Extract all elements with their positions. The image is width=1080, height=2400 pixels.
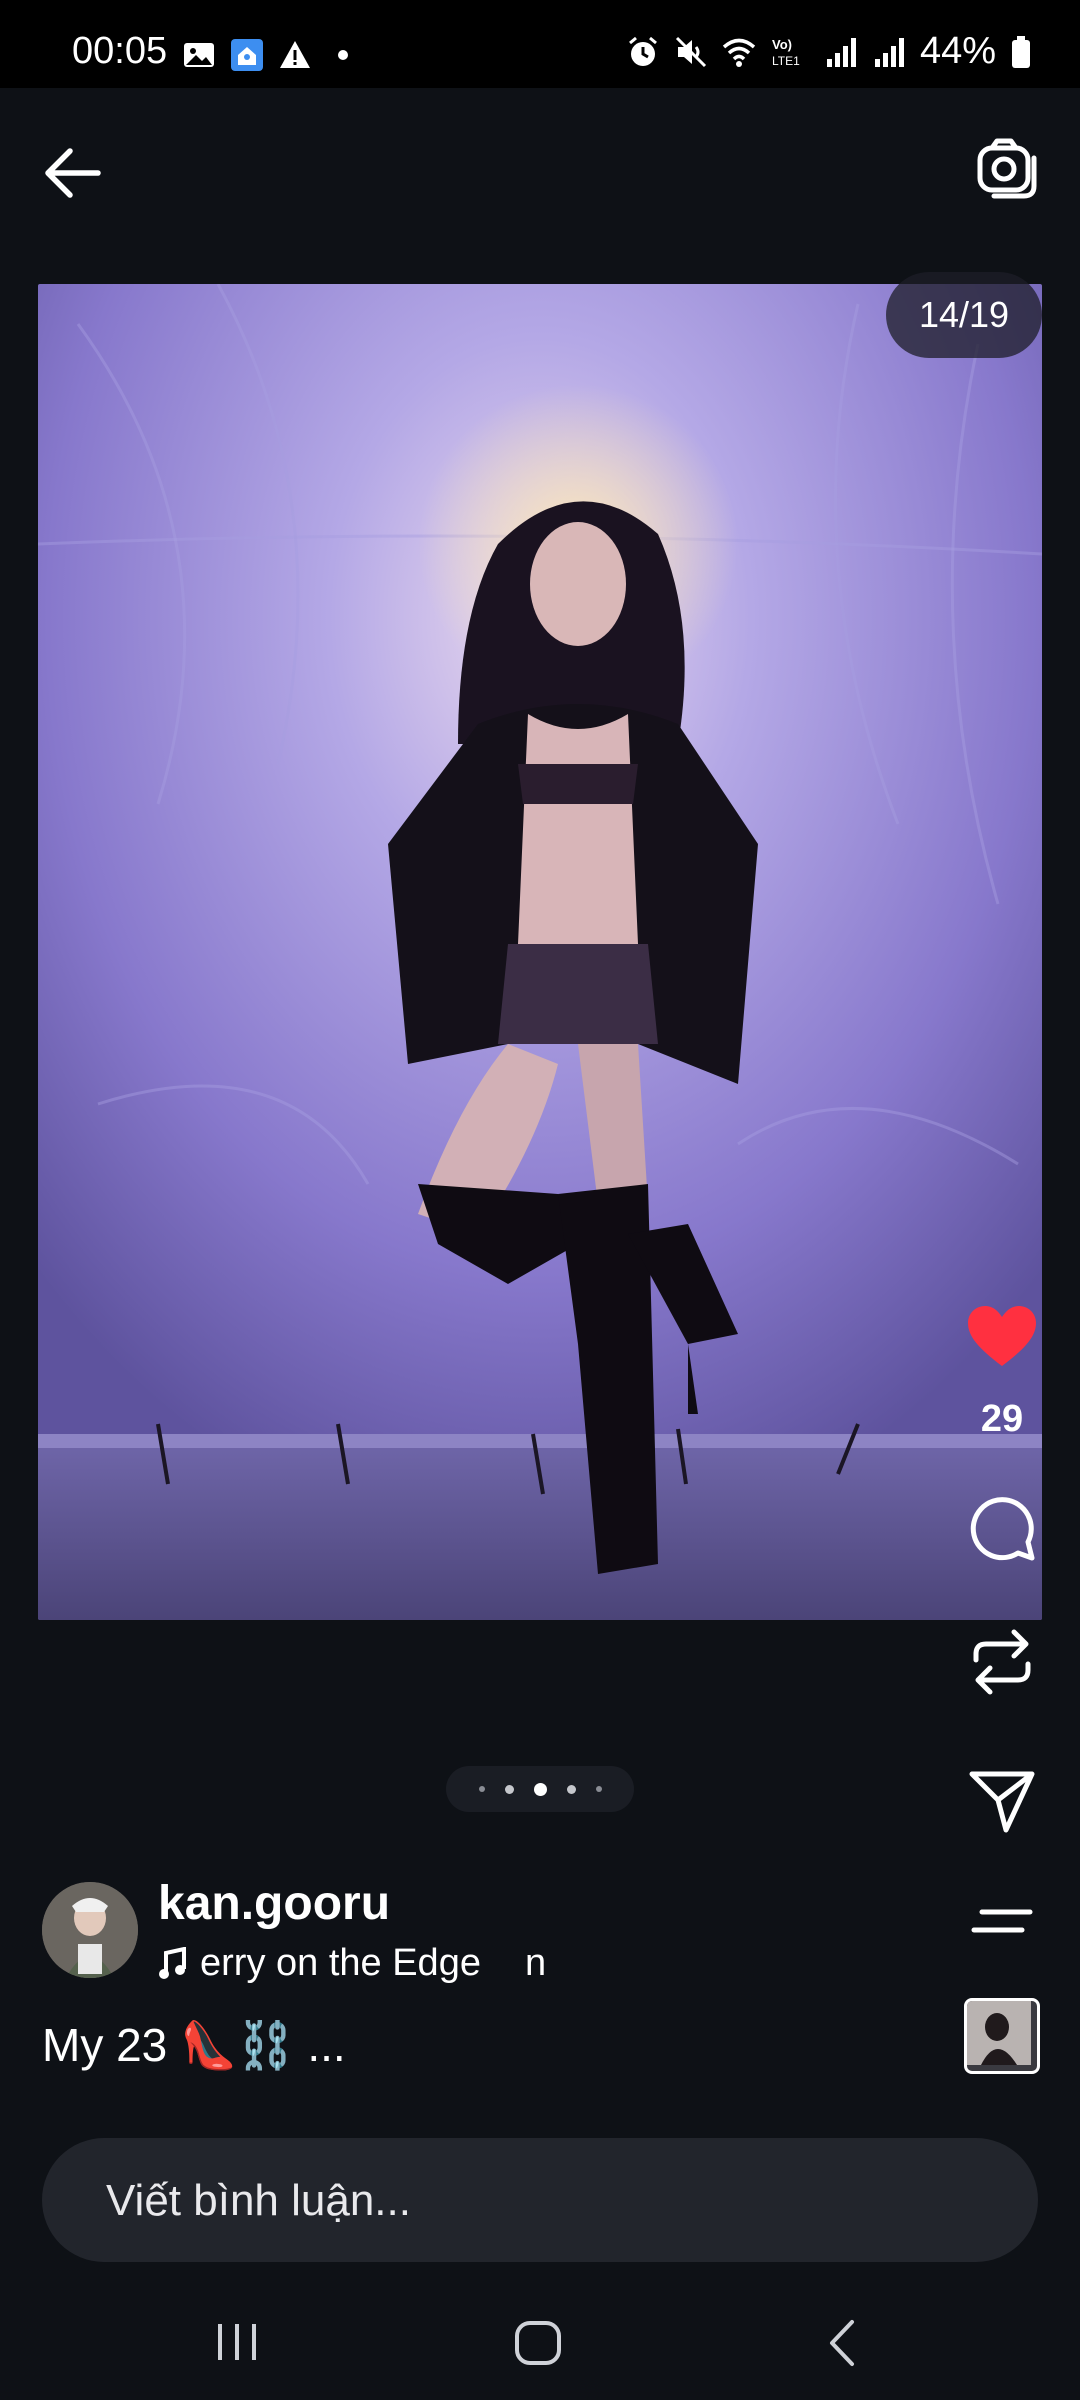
comment-icon[interactable] [966, 1492, 1038, 1564]
carousel-dot [595, 1786, 602, 1792]
recents-icon[interactable] [212, 2320, 262, 2364]
status-right-icons: Vo) LTE1 44% [626, 30, 1032, 73]
signal-icon [874, 37, 904, 67]
carousel-dot [478, 1786, 485, 1792]
status-bar: 00:05 Vo) LTE1 44% [0, 0, 1080, 88]
menu-lines-icon[interactable] [970, 1896, 1036, 1946]
warning-icon [280, 41, 310, 68]
carousel-indicator [446, 1766, 634, 1812]
top-bar [0, 88, 1080, 248]
dot-icon [338, 50, 348, 60]
carousel-dot-active [533, 1782, 547, 1796]
comment-input[interactable] [104, 2138, 1008, 2264]
post-caption[interactable]: My 23 👠⛓️ ... [42, 2018, 346, 2073]
home-app-icon [231, 39, 263, 71]
nav-back-icon[interactable] [822, 2318, 862, 2368]
volte-icon: Vo) LTE1 [772, 37, 800, 68]
carousel-dot [504, 1784, 514, 1794]
carousel-dot [566, 1784, 576, 1794]
signal-icon [826, 37, 856, 67]
image-counter: 14/19 [886, 272, 1042, 358]
music-track-suffix: n [524, 1942, 547, 1984]
status-left-icons [182, 38, 360, 72]
arrow-left-icon[interactable] [38, 138, 108, 208]
status-time: 00:05 [72, 30, 168, 72]
like-count: 29 [980, 1398, 1024, 1440]
battery-percent: 44% [919, 30, 996, 72]
heart-icon[interactable] [966, 1304, 1038, 1370]
camera-icon[interactable] [972, 134, 1042, 204]
svg-text:Vo): Vo) [772, 37, 792, 52]
system-nav-bar [0, 2282, 1080, 2400]
comment-bar [42, 2138, 1038, 2264]
music-track-text: erry on the Edge [200, 1942, 481, 1984]
media-thumbnail[interactable] [964, 1998, 1040, 2074]
avatar[interactable] [42, 1882, 138, 1978]
music-row[interactable]: erry on the Edge n [158, 1942, 546, 1985]
post-image[interactable] [38, 284, 1042, 1620]
home-icon[interactable] [512, 2318, 564, 2368]
repost-icon[interactable] [966, 1626, 1038, 1698]
wifi-icon [722, 38, 756, 67]
image-icon [184, 43, 214, 67]
mute-icon [675, 36, 706, 67]
send-icon[interactable] [966, 1764, 1038, 1836]
svg-text:LTE1: LTE1 [772, 54, 800, 68]
battery-icon [1012, 35, 1030, 68]
username[interactable]: kan.gooru [158, 1876, 390, 1931]
alarm-icon [628, 36, 657, 66]
music-note-icon [159, 1946, 186, 1979]
